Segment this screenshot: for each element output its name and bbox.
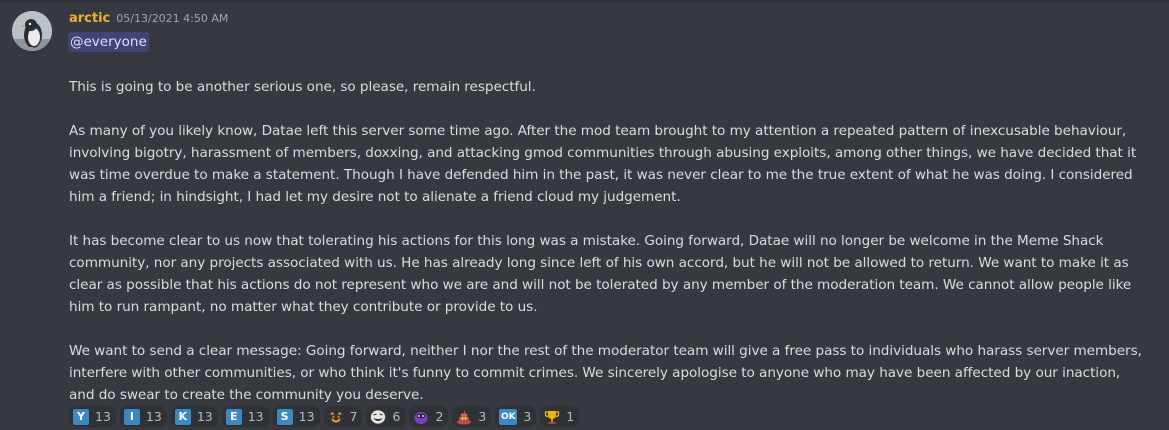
reaction-trollface[interactable]: 6 <box>366 406 406 427</box>
reaction-poop[interactable]: 3 <box>452 406 492 427</box>
reaction-count: 6 <box>392 409 401 424</box>
reaction-custom-face[interactable]: 7 <box>323 406 363 427</box>
author-username[interactable]: arctic <box>69 11 110 26</box>
user-avatar[interactable] <box>12 11 52 51</box>
trollface-emote-icon <box>370 409 387 425</box>
reaction-ok[interactable]: OK 3 <box>495 406 537 427</box>
reaction-s[interactable]: S 13 <box>272 406 320 427</box>
reaction-count: 13 <box>145 409 162 424</box>
message-paragraph: This is going to be another serious one,… <box>69 79 536 95</box>
trophy-icon <box>544 409 560 425</box>
regional-indicator-s-icon: S <box>276 408 293 425</box>
purple-amogus-emote-icon <box>413 409 429 425</box>
reaction-count: 2 <box>435 409 444 424</box>
regional-indicator-y-icon: Y <box>73 408 89 425</box>
message-body: This is going to be another serious one,… <box>69 76 1149 406</box>
reaction-count: 13 <box>95 409 111 424</box>
pile-of-poo-icon <box>456 409 472 425</box>
message-paragraph: As many of you likely know, Datae left t… <box>69 123 1137 205</box>
regional-indicator-i-icon: I <box>123 408 140 425</box>
reaction-count: 13 <box>247 409 264 424</box>
reaction-i[interactable]: I 13 <box>119 406 167 427</box>
reactions-bar: Y 13 I 13 K 13 E 13 S 13 7 6 2 3 OK 3 1 <box>69 406 580 428</box>
penguin-avatar-icon <box>12 11 52 51</box>
message-paragraph: It has become clear to us now that toler… <box>69 233 1132 315</box>
reaction-k[interactable]: K 13 <box>170 406 218 427</box>
reaction-count: 1 <box>566 409 575 424</box>
regional-indicator-k-icon: K <box>174 408 191 425</box>
message-paragraph: We want to send a clear message: Going f… <box>69 343 1142 403</box>
reaction-count: 7 <box>349 409 358 424</box>
ok-button-icon: OK <box>499 408 518 425</box>
reaction-count: 13 <box>196 409 213 424</box>
reaction-y[interactable]: Y 13 <box>69 406 116 427</box>
reaction-trophy[interactable]: 1 <box>540 406 580 427</box>
message-header: arctic 05/13/2021 4:50 AM <box>69 11 228 31</box>
everyone-mention[interactable]: @everyone <box>68 32 149 52</box>
reaction-count: 13 <box>298 409 315 424</box>
reaction-count: 3 <box>523 409 532 424</box>
reaction-e[interactable]: E 13 <box>221 406 269 427</box>
regional-indicator-e-icon: E <box>225 408 242 425</box>
reaction-count: 3 <box>478 409 487 424</box>
chat-message: arctic 05/13/2021 4:50 AM @everyone This… <box>0 0 1169 430</box>
custom-face-emote-icon <box>328 409 344 425</box>
reaction-purple-amogus[interactable]: 2 <box>409 406 449 427</box>
message-timestamp: 05/13/2021 4:50 AM <box>116 12 229 25</box>
